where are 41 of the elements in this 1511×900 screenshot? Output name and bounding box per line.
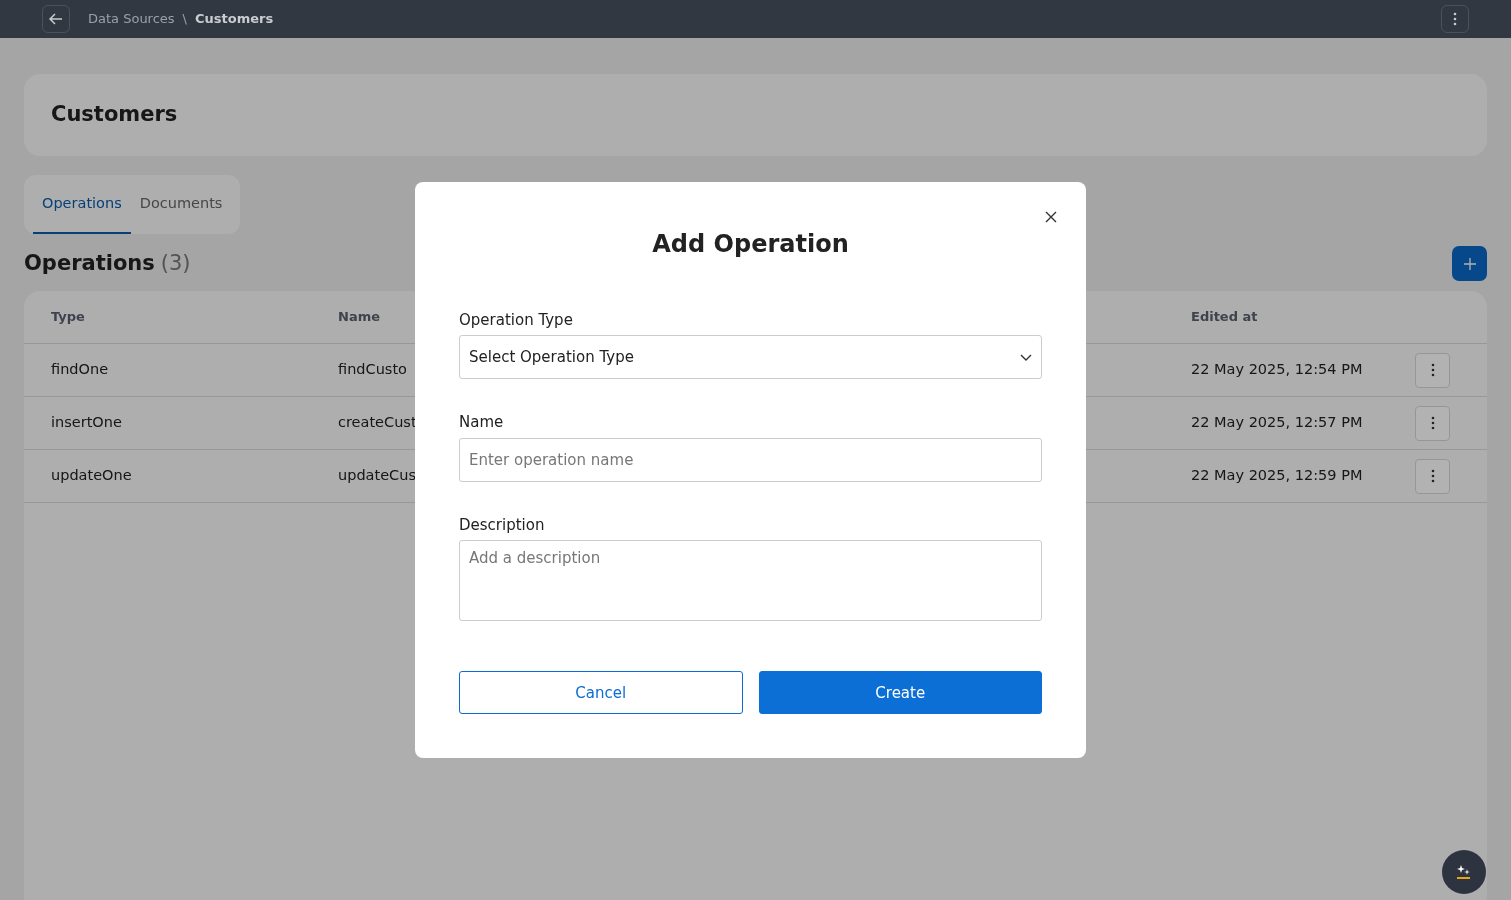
page-title: Customers (51, 102, 178, 128)
column-header: Edited at (1191, 308, 1258, 327)
breadcrumb-link[interactable]: Data Sources (88, 9, 175, 29)
close-icon (1044, 210, 1058, 224)
table-cell-text: 22 May 2025, 12:57 PM (1191, 413, 1363, 433)
field-label: Name (459, 412, 505, 434)
add-button[interactable] (1452, 246, 1487, 281)
select-field[interactable]: Select Operation Type (459, 335, 1042, 380)
section-title: Operations (24, 249, 155, 277)
table-cell-text: updateOne (51, 466, 132, 486)
table-cell-text: updateCus (338, 466, 416, 486)
more-icon (1430, 416, 1435, 430)
description-input[interactable]: Add a description (459, 540, 1042, 622)
table-cell-text: 22 May 2025, 12:54 PM (1191, 360, 1363, 380)
table-cell-text: 22 May 2025, 12:59 PM (1191, 466, 1363, 486)
table-cell-text: insertOne (51, 413, 122, 433)
cancel-button[interactable]: Cancel (459, 671, 743, 715)
more-icon (1430, 363, 1435, 377)
sparkle-icon (1456, 864, 1472, 880)
table-cell-text: findOne (51, 360, 109, 380)
close-button[interactable] (1044, 210, 1058, 224)
item-count: (3) (160, 249, 191, 277)
tab[interactable]: Documents (130, 175, 232, 234)
more-icon (1453, 12, 1457, 26)
field-label: Description (459, 514, 546, 536)
column-header: Name (338, 308, 380, 327)
column-header: Type (51, 308, 85, 327)
breadcrumb-current: Customers (195, 10, 274, 29)
field-label: Operation Type (459, 309, 574, 331)
more-icon (1430, 469, 1435, 483)
back-arrow-icon (49, 13, 63, 25)
table-cell-text: findCusto (338, 360, 407, 380)
plus-icon (1463, 257, 1476, 270)
create-button[interactable]: Create (758, 671, 1042, 715)
chevron-down-icon (1020, 353, 1032, 362)
name-input[interactable]: Enter operation name (459, 437, 1042, 482)
back-button[interactable] (42, 5, 70, 33)
breadcrumb-separator: \ (182, 10, 187, 29)
tab[interactable]: Operations (33, 175, 131, 234)
table-cell-text: createCust (338, 413, 417, 433)
dialog-title: Add Operation (651, 230, 850, 259)
